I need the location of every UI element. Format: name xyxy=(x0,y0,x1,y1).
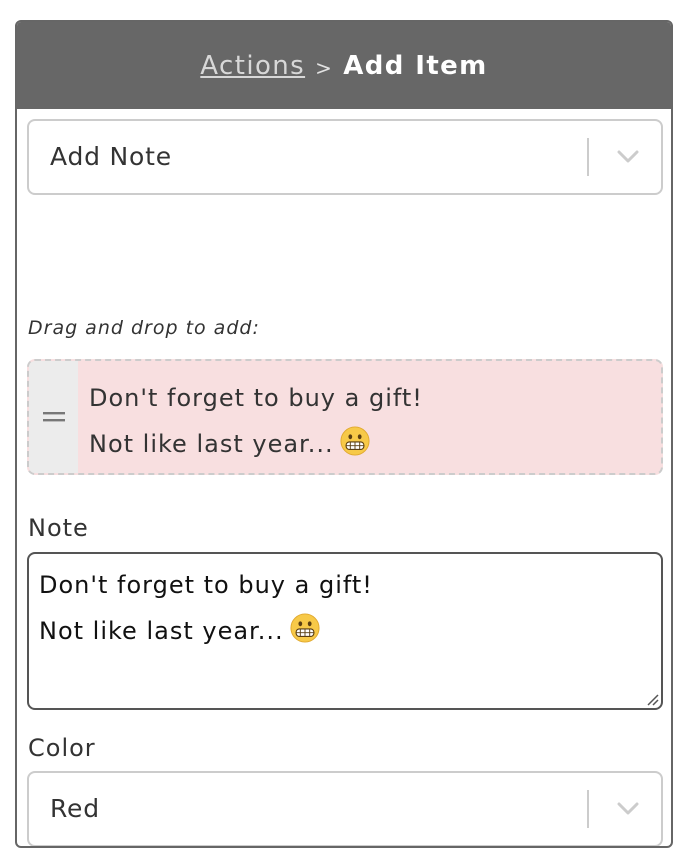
color-label: Color xyxy=(28,734,96,762)
preview-line-2-wrap: Not like last year... xyxy=(89,421,423,467)
panel-header: Actions > Add Item xyxy=(17,22,671,109)
color-select[interactable]: Red xyxy=(27,771,663,846)
note-line-2-wrap: Not like last year... xyxy=(39,608,373,654)
chevron-down-icon[interactable] xyxy=(615,143,641,169)
select-separator xyxy=(587,790,589,828)
drag-handle[interactable] xyxy=(29,361,78,473)
note-line-2: Not like last year... xyxy=(39,617,284,645)
breadcrumb-separator: > xyxy=(315,55,334,80)
page-title: Add Item xyxy=(343,50,488,81)
select-separator xyxy=(587,138,589,176)
grimacing-face-icon xyxy=(340,426,370,456)
note-label: Note xyxy=(28,514,89,542)
preview-line-2: Not like last year... xyxy=(89,430,334,458)
breadcrumb-actions-link[interactable]: Actions xyxy=(200,51,305,81)
item-type-select-value: Add Note xyxy=(50,142,172,171)
color-select-value: Red xyxy=(50,794,100,823)
note-textarea[interactable]: Don't forget to buy a gift! Not like las… xyxy=(27,552,663,710)
drag-handle-icon xyxy=(42,412,65,422)
preview-line-1: Don't forget to buy a gift! xyxy=(89,384,423,412)
draggable-note-item[interactable]: Don't forget to buy a gift! Not like las… xyxy=(27,359,663,475)
grimacing-face-icon xyxy=(290,613,320,643)
chevron-down-icon[interactable] xyxy=(615,795,641,821)
add-item-panel: Actions > Add Item Add Note Drag and dro… xyxy=(15,20,673,848)
resize-handle-icon[interactable] xyxy=(645,692,659,706)
drag-drop-hint: Drag and drop to add: xyxy=(28,317,260,339)
note-line-1: Don't forget to buy a gift! xyxy=(39,571,373,599)
item-type-select[interactable]: Add Note xyxy=(27,119,663,195)
note-textarea-content: Don't forget to buy a gift! Not like las… xyxy=(39,562,373,654)
draggable-note-text: Don't forget to buy a gift! Not like las… xyxy=(89,375,423,467)
